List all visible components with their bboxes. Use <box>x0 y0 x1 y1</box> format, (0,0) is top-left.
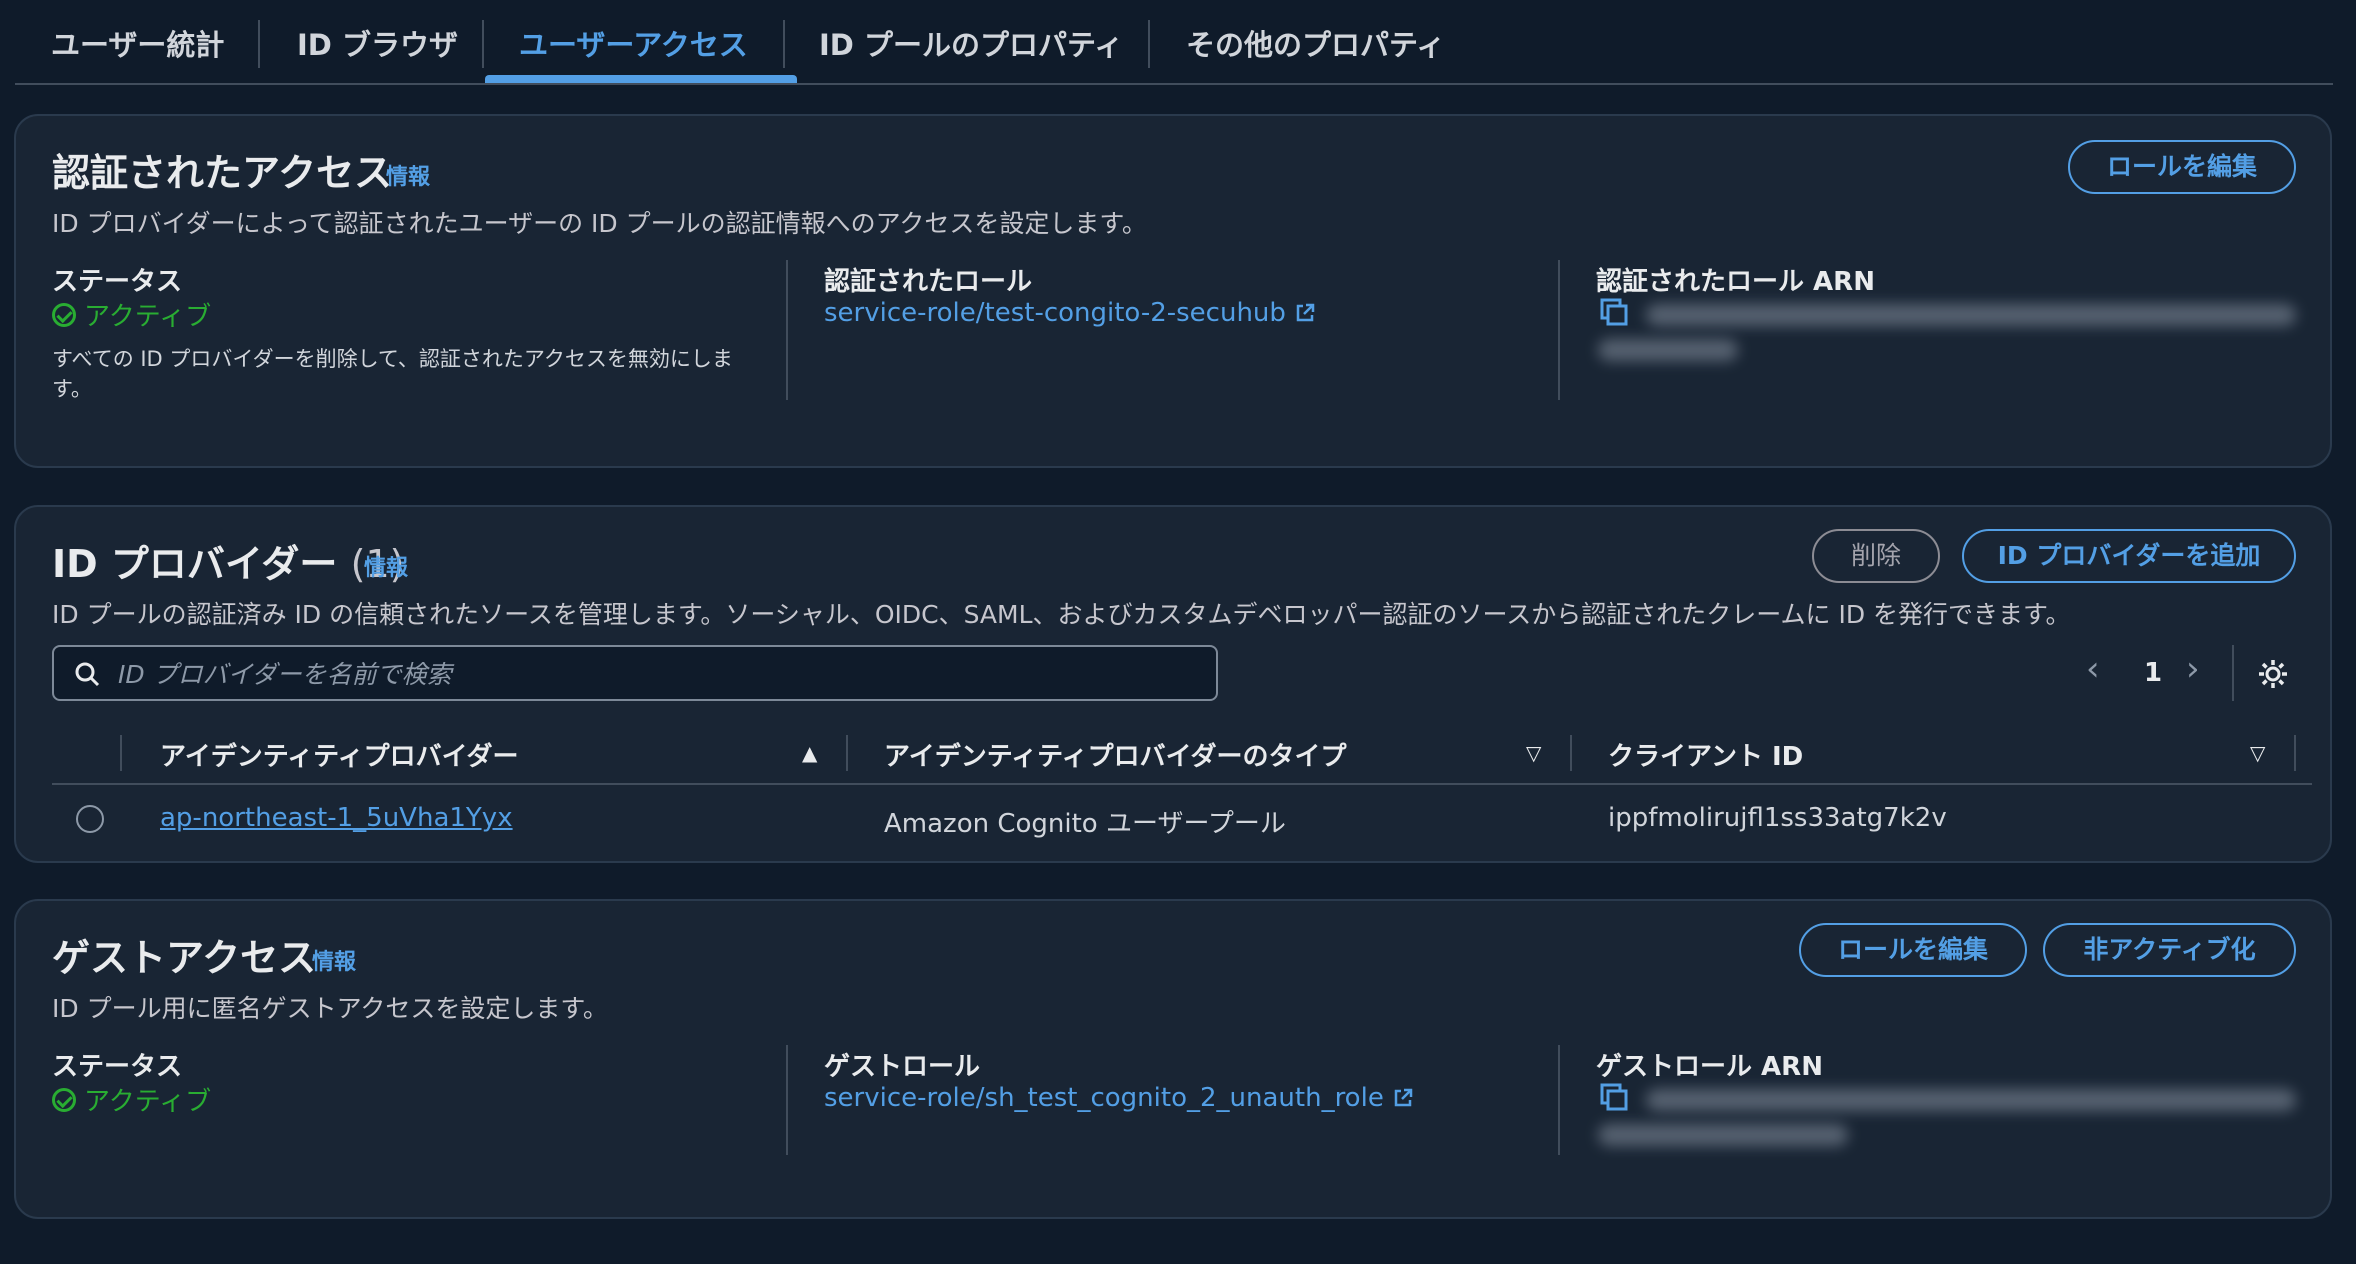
copy-icon[interactable] <box>1598 296 1630 328</box>
column-divider <box>846 735 848 771</box>
authenticated-access-panel: 認証されたアクセス 情報 ID プロバイダーによって認証されたユーザーの ID … <box>14 114 2332 468</box>
active-tab-indicator <box>485 75 797 83</box>
edit-role-button[interactable]: ロールを編集 <box>1799 923 2027 977</box>
status-label: ステータス <box>52 267 183 297</box>
info-link[interactable]: 情報 <box>312 944 356 976</box>
panel-description: ID プロバイダーによって認証されたユーザーの ID プールの認証情報へのアクセ… <box>52 209 1147 238</box>
tab-bar: ユーザー統計 ID ブラウザ ユーザーアクセス ID プールのプロパティ その他… <box>15 0 2333 85</box>
edit-role-button[interactable]: ロールを編集 <box>2068 140 2296 194</box>
sort-icon[interactable]: ▽ <box>1526 741 1541 765</box>
guest-role-arn-label: ゲストロール ARN <box>1596 1052 1823 1082</box>
search-input[interactable] <box>116 647 1210 701</box>
panel-description: ID プールの認証済み ID の信頼されたソースを管理します。ソーシャル、OID… <box>52 600 2071 629</box>
column-divider <box>1558 260 1560 400</box>
table-divider <box>52 783 2312 785</box>
column-divider <box>786 260 788 400</box>
info-link[interactable]: 情報 <box>386 159 430 191</box>
column-divider <box>1558 1045 1560 1155</box>
column-divider <box>786 1045 788 1155</box>
tab-divider <box>1148 20 1150 68</box>
guest-access-panel: ゲストアクセス 情報 ID プール用に匿名ゲストアクセスを設定します。 ロールを… <box>14 899 2332 1219</box>
search-icon <box>75 662 100 687</box>
tab-user-statistics[interactable]: ユーザー統計 <box>51 20 224 70</box>
panel-title: ゲストアクセス <box>52 936 317 980</box>
redacted-arn <box>1646 1089 2296 1111</box>
sort-ascending-icon[interactable]: ▲ <box>802 741 817 765</box>
tab-divider <box>258 20 260 68</box>
panel-title: 認証されたアクセス <box>52 151 393 195</box>
chevron-left-icon[interactable]: ‹ <box>2086 649 2100 689</box>
authenticated-role-arn-label: 認証されたロール ARN <box>1596 267 1875 297</box>
tab-id-pool-properties[interactable]: ID プールのプロパティ <box>819 20 1123 70</box>
status-value: アクティブ <box>84 302 212 332</box>
panel-title-text: ID プロバイダー <box>52 542 338 586</box>
status-label: ステータス <box>52 1052 183 1082</box>
check-circle-icon <box>52 302 76 327</box>
delete-button[interactable]: 削除 <box>1812 529 1940 583</box>
gear-icon[interactable] <box>2256 657 2290 691</box>
status-badge: アクティブ <box>52 1081 211 1118</box>
row-select-radio[interactable] <box>76 805 104 833</box>
redacted-arn <box>1646 304 2296 326</box>
redacted-arn <box>1598 339 1738 361</box>
column-divider <box>1570 735 1572 771</box>
chevron-right-icon[interactable]: › <box>2186 649 2200 689</box>
page-number[interactable]: 1 <box>2144 658 2162 688</box>
tab-divider <box>482 20 484 68</box>
role-link-text[interactable]: service-role/test-congito-2-secuhub <box>824 298 1286 328</box>
external-link-icon <box>1296 303 1315 322</box>
copy-icon[interactable] <box>1598 1081 1630 1113</box>
provider-name-link[interactable]: ap-northeast-1_5uVha1Yyx <box>160 803 513 833</box>
id-providers-panel: ID プロバイダー (1) 情報 ID プールの認証済み ID の信頼されたソー… <box>14 505 2332 863</box>
panel-title: ID プロバイダー (1) <box>52 533 404 588</box>
authenticated-role-link[interactable]: service-role/test-congito-2-secuhub <box>824 298 1316 328</box>
sort-icon[interactable]: ▽ <box>2250 741 2265 765</box>
tab-divider <box>783 20 785 68</box>
provider-type-cell: Amazon Cognito ユーザープール <box>884 809 1286 839</box>
status-value: アクティブ <box>84 1087 212 1117</box>
tab-id-browser[interactable]: ID ブラウザ <box>297 20 458 70</box>
status-note: すべての ID プロバイダーを削除して、認証されたアクセスを無効にします。 <box>52 347 733 401</box>
guest-role-label: ゲストロール <box>824 1052 981 1082</box>
provider-search <box>52 645 1218 701</box>
status-badge: アクティブ <box>52 296 211 333</box>
column-header-client-id[interactable]: クライアント ID <box>1608 736 1803 773</box>
tab-other-properties[interactable]: その他のプロパティ <box>1186 20 1445 70</box>
client-id-cell: ippfmolirujfl1ss33atg7k2v <box>1608 803 1947 833</box>
column-header-provider[interactable]: アイデンティティプロバイダー <box>160 736 519 773</box>
column-divider <box>2294 735 2296 771</box>
column-divider <box>120 735 122 771</box>
role-link-text[interactable]: service-role/sh_test_cognito_2_unauth_ro… <box>824 1083 1384 1113</box>
guest-role-link[interactable]: service-role/sh_test_cognito_2_unauth_ro… <box>824 1083 1414 1113</box>
authenticated-role-label: 認証されたロール <box>824 267 1033 297</box>
tab-user-access[interactable]: ユーザーアクセス <box>519 20 748 70</box>
check-circle-icon <box>52 1087 76 1112</box>
external-link-icon <box>1394 1088 1413 1107</box>
panel-description: ID プール用に匿名ゲストアクセスを設定します。 <box>52 994 608 1023</box>
redacted-arn <box>1598 1124 1848 1146</box>
add-id-provider-button[interactable]: ID プロバイダーを追加 <box>1962 529 2296 583</box>
column-header-type[interactable]: アイデンティティプロバイダーのタイプ <box>884 736 1347 773</box>
deactivate-button[interactable]: 非アクティブ化 <box>2043 923 2296 977</box>
pager-divider <box>2232 645 2234 701</box>
info-link[interactable]: 情報 <box>364 550 408 582</box>
